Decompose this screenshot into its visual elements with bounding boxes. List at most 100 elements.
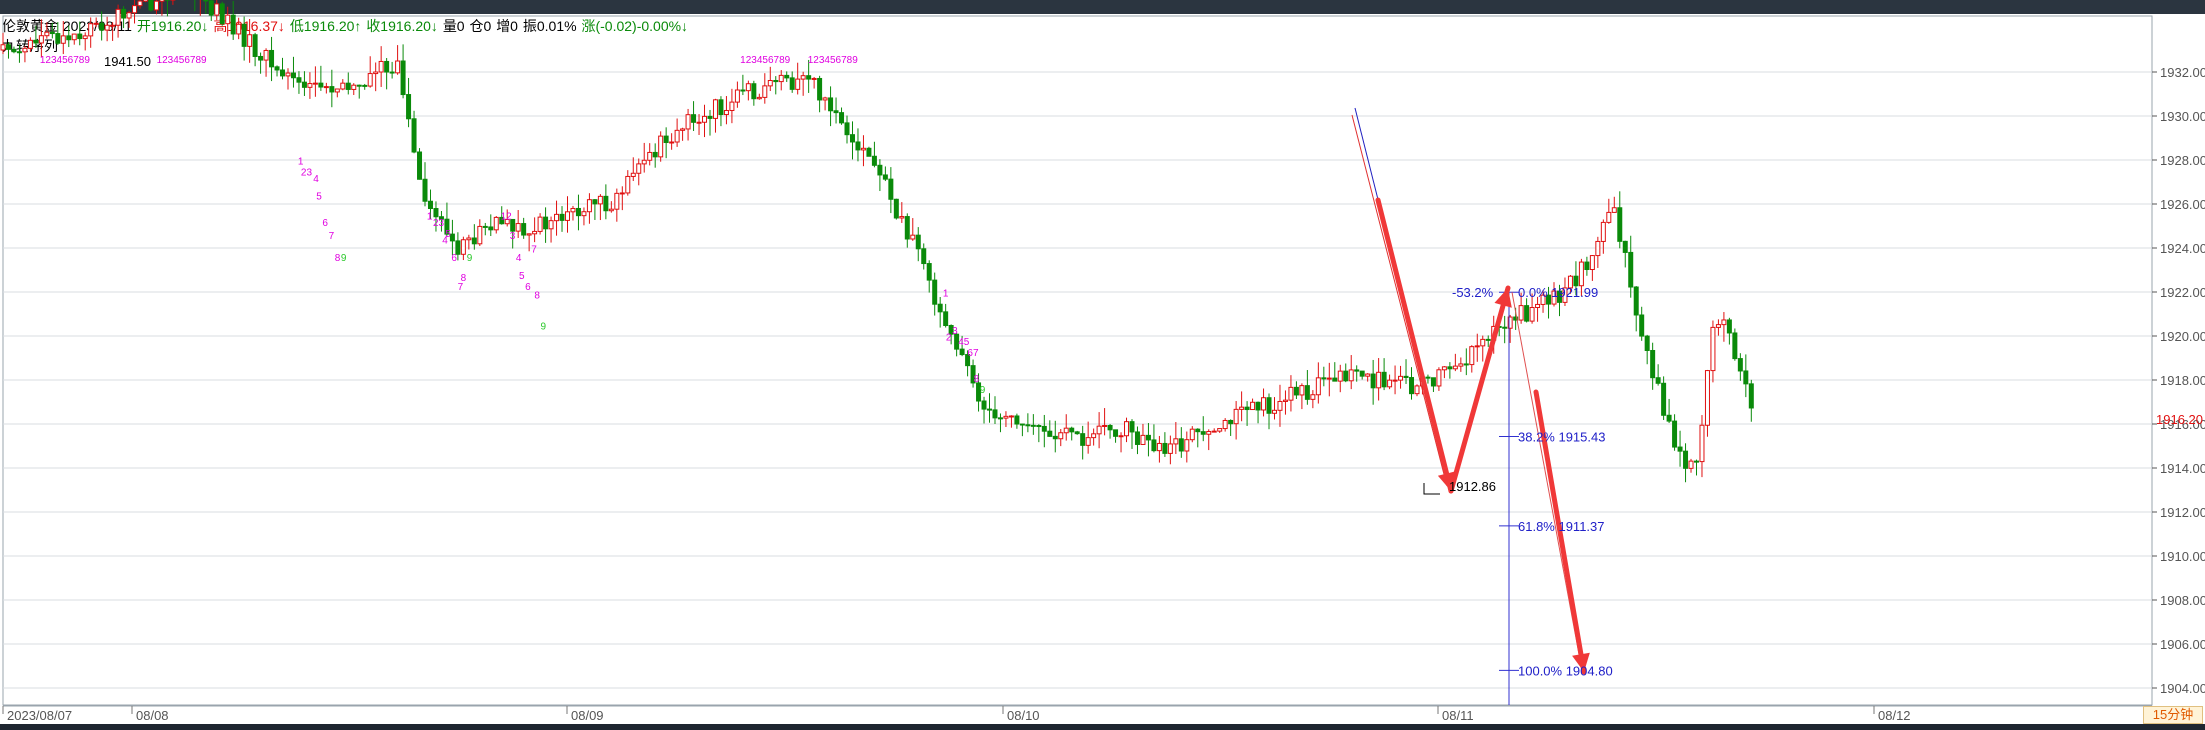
candle-body (1452, 365, 1458, 370)
candle-body (981, 400, 987, 410)
candle-body (208, 0, 214, 16)
candle-body (449, 233, 455, 242)
candle-body (1107, 424, 1113, 431)
candle-body (312, 82, 318, 85)
candle-body (1189, 428, 1195, 441)
candle-body (685, 114, 691, 130)
candle-body (137, 0, 143, 7)
trough-price-label: 1912.86 (1449, 479, 1496, 494)
candle-body (866, 147, 872, 157)
candle-body (142, 0, 148, 2)
candle-body (493, 216, 499, 231)
candle-body (241, 23, 247, 47)
candle-body (751, 83, 757, 100)
candle-body (1387, 379, 1393, 388)
candle-body (1578, 261, 1584, 287)
candle-body (1052, 435, 1058, 440)
candle-body (893, 198, 899, 219)
candle-body (702, 115, 708, 123)
candle-body (1524, 305, 1530, 322)
candle-body (1529, 307, 1535, 322)
td-sequence-number: 3 (952, 326, 958, 337)
candle-body (1140, 434, 1146, 445)
candle-body (636, 163, 642, 174)
candle-body (997, 417, 1003, 420)
y-tick-label: 1912.00 (2160, 505, 2205, 520)
y-tick-label: 1922.00 (2160, 285, 2205, 300)
candle-body (1211, 430, 1217, 433)
candle-body (1589, 255, 1595, 271)
y-tick-label: 1926.00 (2160, 197, 2205, 212)
candle-body (263, 49, 269, 61)
candle-body (992, 409, 998, 419)
candle-body (1293, 386, 1299, 396)
candle-body (932, 279, 938, 305)
candle-body (5, 44, 11, 50)
candle-body (11, 48, 17, 53)
candle-body (1639, 314, 1645, 337)
candle-body (1151, 439, 1157, 452)
candle-body (1430, 377, 1436, 387)
candle-body (77, 33, 83, 40)
candle-body (564, 211, 570, 221)
candle-body (301, 81, 307, 88)
peak-price-label: 1941.50 (104, 54, 151, 69)
candle-body (592, 199, 598, 205)
candle-body (745, 83, 751, 92)
candle-body (422, 178, 428, 202)
y-tick-label: 1924.00 (2160, 241, 2205, 256)
candle-body (1441, 366, 1447, 371)
period-button[interactable]: 15分钟 (2143, 706, 2203, 724)
candle-body (641, 159, 647, 165)
candle-body (1463, 363, 1469, 366)
candle-body (1058, 432, 1064, 440)
td-sequence-number: 4 (516, 253, 522, 264)
candlestick-chart[interactable]: 1932.00 1930.00 1928.00 1926.00 1924.00 1922.… (0, 0, 2205, 724)
x-tick-label: 08/10 (1007, 708, 1040, 723)
candle-body (1233, 408, 1239, 425)
candle-body (723, 109, 729, 116)
candle-body (258, 55, 264, 61)
candle-body (1398, 375, 1404, 381)
candle-body (71, 33, 77, 41)
candle-body (417, 151, 423, 180)
candle-body (860, 147, 866, 151)
candle-body (1091, 433, 1097, 439)
candle-body (1693, 460, 1699, 463)
candle-body (575, 207, 581, 217)
candle-body (1376, 371, 1382, 389)
candle-body (356, 84, 362, 87)
td-sequence-number: 9 (980, 385, 986, 396)
candle-body (1666, 414, 1672, 422)
candle-body (1195, 428, 1201, 433)
candle-body (1392, 379, 1398, 382)
candle-body (543, 216, 549, 230)
y-tick-label: 1932.00 (2160, 65, 2205, 80)
candle-body (22, 47, 28, 53)
candle-body (581, 211, 587, 217)
td-sequence-number: 6 (322, 218, 328, 229)
candle-body (806, 75, 812, 80)
candle-body (669, 141, 675, 144)
candle-body (1222, 419, 1228, 430)
candle-body (236, 23, 242, 35)
td-sequence-number: 9 (467, 253, 473, 264)
candle-body (1315, 377, 1321, 396)
candle-body (1102, 424, 1108, 427)
candle-body (1672, 420, 1678, 448)
candle-body (55, 33, 61, 44)
candle-body (225, 14, 231, 25)
candle-body (203, 0, 209, 2)
candle-body (1145, 434, 1151, 441)
candle-body (1019, 423, 1025, 426)
candle-body (148, 0, 154, 11)
fib-level-label: 61.8% 1911.37 (1518, 519, 1605, 534)
candle-body (153, 0, 159, 11)
candle-body (1655, 377, 1661, 384)
candle-body (33, 39, 39, 44)
candle-body (406, 94, 412, 120)
candle-body (1200, 431, 1206, 435)
candle-body (274, 66, 280, 71)
candle-body (1359, 370, 1365, 377)
candle-body (400, 60, 406, 96)
